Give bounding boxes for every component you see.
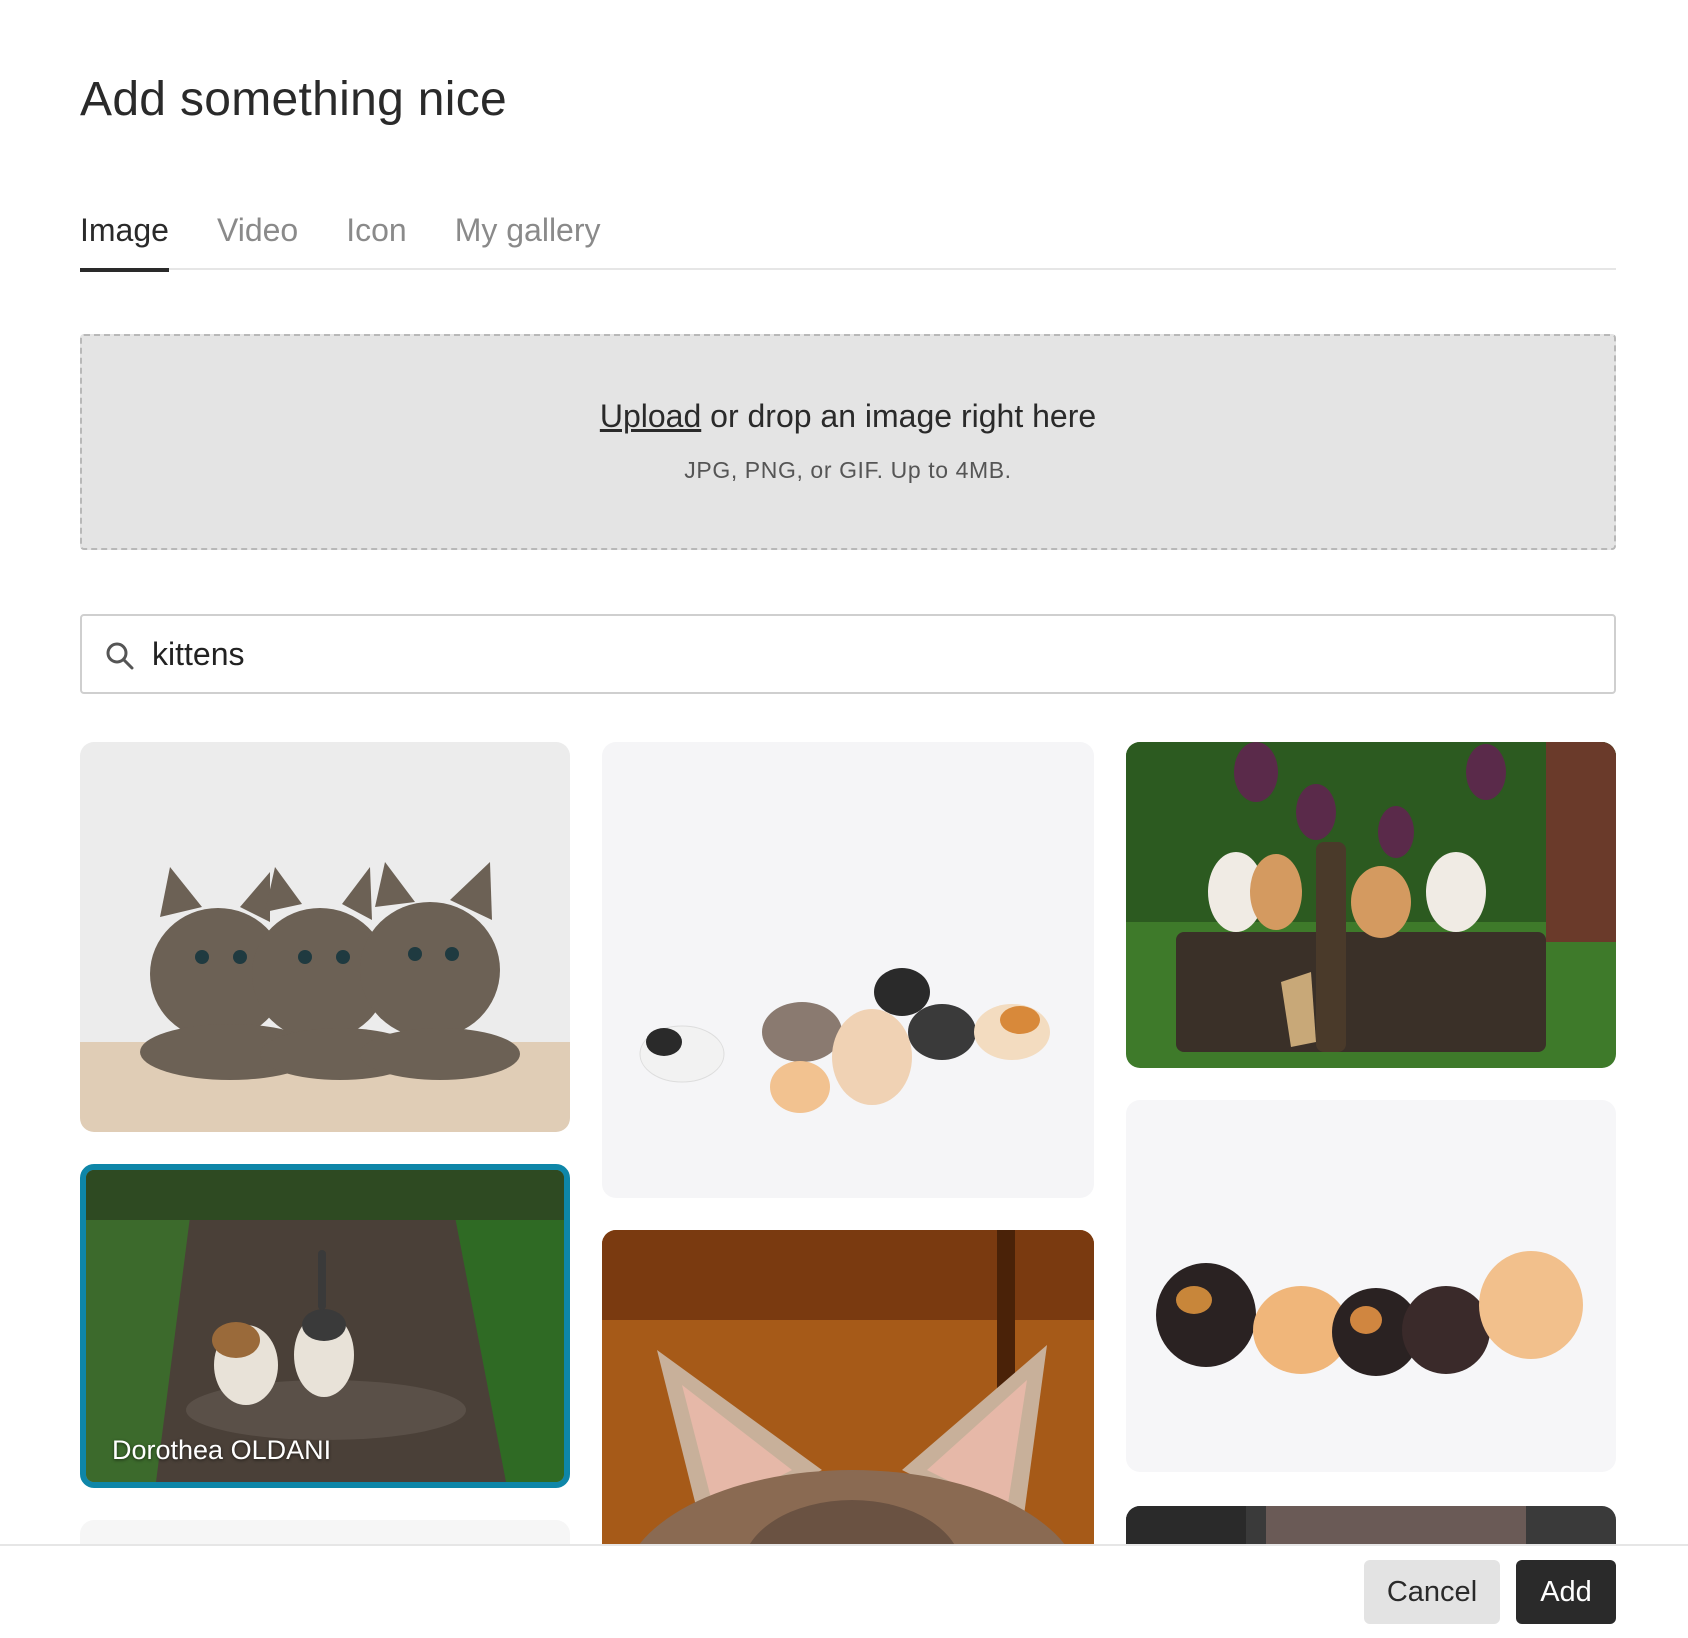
result-image-three-tabby-kittens[interactable] (80, 742, 570, 1132)
add-button[interactable]: Add (1516, 1560, 1616, 1624)
result-image-kittens-in-row[interactable] (1126, 1100, 1616, 1472)
result-image-kitten-ears-closeup[interactable] (602, 1230, 1094, 1544)
search-input[interactable] (152, 626, 1592, 682)
result-image-kittens-on-path[interactable]: Dorothea OLDANI (80, 1164, 570, 1488)
dropzone-file-hint: JPG, PNG, or GIF. Up to 4MB. (684, 457, 1012, 483)
cancel-button[interactable]: Cancel (1364, 1560, 1500, 1624)
image-dropzone[interactable]: Upload or drop an image right here JPG, … (80, 334, 1616, 550)
media-type-tabs: Image Video Icon My gallery (80, 200, 1616, 272)
dropzone-message: Upload or drop an image right here (82, 398, 1614, 435)
result-image-partial-dark[interactable] (1126, 1506, 1616, 1544)
upload-link[interactable]: Upload (600, 398, 701, 434)
tab-my-gallery[interactable]: My gallery (455, 200, 601, 270)
image-credit: Dorothea OLDANI (112, 1435, 332, 1465)
image-results-grid: Dorothea OLDANI (0, 740, 1688, 1544)
tab-icon[interactable]: Icon (346, 200, 406, 270)
result-image-group-of-kittens[interactable] (602, 742, 1094, 1198)
add-media-dialog: Add something nice Image Video Icon My g… (0, 0, 1688, 1638)
search-icon (104, 640, 136, 672)
tab-image[interactable]: Image (80, 200, 169, 272)
dropzone-message-text: or drop an image right here (701, 398, 1097, 434)
dialog-footer: Cancel Add (0, 1544, 1688, 1638)
result-image-kittens-in-basket[interactable] (1126, 742, 1616, 1068)
tab-video[interactable]: Video (217, 200, 298, 270)
search-box[interactable] (80, 614, 1616, 694)
result-image-partial[interactable] (80, 1520, 570, 1544)
dialog-title: Add something nice (80, 73, 507, 126)
